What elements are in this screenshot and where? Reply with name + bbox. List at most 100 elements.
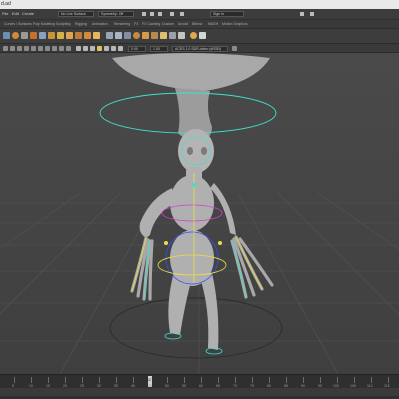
- shelf-tab[interactable]: FX: [134, 22, 138, 26]
- timeline-tick: [31, 377, 32, 383]
- timeline-tick: [252, 377, 253, 383]
- timeline-tick: [184, 377, 185, 383]
- shelf-tab[interactable]: Animation: [92, 22, 108, 26]
- orient-constraint-icon[interactable]: [142, 32, 149, 39]
- camera-icon[interactable]: [3, 46, 8, 51]
- timeline-tick: [65, 377, 66, 383]
- parent-constraint-icon[interactable]: [151, 32, 158, 39]
- settings-icon[interactable]: [3, 32, 10, 39]
- constraint-icon[interactable]: [106, 32, 113, 39]
- timeline-tick: [99, 377, 100, 383]
- image-plane-icon[interactable]: [24, 46, 29, 51]
- isolate-icon[interactable]: [118, 46, 123, 51]
- paint-weights-icon[interactable]: [57, 32, 64, 39]
- ik-icon[interactable]: [39, 32, 46, 39]
- field-chart-icon[interactable]: [59, 46, 64, 51]
- timeline-tick: [201, 377, 202, 383]
- bookmark-icon[interactable]: [17, 46, 22, 51]
- smooth-shade-icon[interactable]: [83, 46, 88, 51]
- point-constraint-icon[interactable]: [133, 32, 140, 39]
- symmetry-field[interactable]: Symmetry: Off: [98, 11, 134, 17]
- timeline-tick: [133, 377, 134, 383]
- color-management-icon[interactable]: [232, 46, 237, 51]
- camera-attributes-icon[interactable]: [10, 46, 15, 51]
- window-title: d.ad: [1, 1, 11, 7]
- shelf-tab[interactable]: Arnold: [178, 22, 188, 26]
- shelf-tab[interactable]: MASH: [208, 22, 218, 26]
- skin-icon[interactable]: [190, 32, 197, 39]
- layout-icon[interactable]: [310, 12, 314, 16]
- curve-icon[interactable]: [115, 32, 122, 39]
- grid-icon[interactable]: [31, 46, 36, 51]
- timeline-tick: [320, 377, 321, 383]
- status-line: File Edit Create No Live Surface Symmetr…: [0, 9, 399, 19]
- textured-icon[interactable]: [90, 46, 95, 51]
- sphere-icon[interactable]: [12, 32, 19, 39]
- aim-constraint-icon[interactable]: [169, 32, 176, 39]
- select-icon[interactable]: [21, 32, 28, 39]
- character-head[interactable]: [178, 129, 214, 173]
- ipr-icon[interactable]: [150, 12, 154, 16]
- shelf-tab[interactable]: Sculpting: [56, 22, 70, 26]
- live-surface-field[interactable]: No Live Surface: [58, 11, 94, 17]
- joint-icon[interactable]: [30, 32, 37, 39]
- timeline-tick: [354, 377, 355, 383]
- ao-icon[interactable]: [111, 46, 116, 51]
- timeline-tick: [218, 377, 219, 383]
- hypershade-icon[interactable]: [170, 12, 174, 16]
- exposure-field[interactable]: 0.00: [128, 46, 146, 52]
- time-slider[interactable]: 5 10 15 20 25 30 35 40 50 55 60 65 70 75…: [0, 374, 399, 399]
- shelf-tab[interactable]: Rendering: [114, 22, 130, 26]
- timeline-tick: [371, 377, 372, 383]
- root-control[interactable]: [109, 297, 283, 359]
- wireframe-icon[interactable]: [76, 46, 81, 51]
- gamma-field[interactable]: 1.00: [150, 46, 168, 52]
- cluster-icon[interactable]: [66, 32, 73, 39]
- scale-constraint-icon[interactable]: [160, 32, 167, 39]
- panel-toolbar: 0.00 1.00 ACES 1.0 SDR-video (sRGB): [0, 43, 399, 53]
- bind-icon[interactable]: [48, 32, 55, 39]
- blendshape-icon[interactable]: [93, 32, 100, 39]
- locator-icon[interactable]: [124, 32, 131, 39]
- shelf-tab[interactable]: Rigging: [75, 22, 87, 26]
- shelf-tab[interactable]: Motion Graphics: [222, 22, 247, 26]
- shelf-tab[interactable]: Custom: [162, 22, 174, 26]
- lights-icon[interactable]: [97, 46, 102, 51]
- timeline-tick: [303, 377, 304, 383]
- menu-create[interactable]: Create: [22, 11, 34, 16]
- shadows-icon[interactable]: [104, 46, 109, 51]
- snap-icon[interactable]: [180, 12, 184, 16]
- timeline-tick: [235, 377, 236, 383]
- render-settings-icon[interactable]: [158, 12, 162, 16]
- title-bar: d.ad: [0, 0, 399, 9]
- sign-in-field[interactable]: Sign In: [210, 11, 244, 17]
- wrap-icon[interactable]: [84, 32, 91, 39]
- gate-mask-icon[interactable]: [52, 46, 57, 51]
- timeline-tick: [286, 377, 287, 383]
- color-space-dropdown[interactable]: ACES 1.0 SDR-video (sRGB): [172, 46, 228, 52]
- range-slider[interactable]: [0, 388, 399, 396]
- shelf-tab[interactable]: Curves / Surfaces: [4, 22, 32, 26]
- lattice-icon[interactable]: [75, 32, 82, 39]
- timeline-tick: [82, 377, 83, 383]
- shelf-tab[interactable]: Poly Modeling: [33, 22, 55, 26]
- menu-edit[interactable]: Edit: [12, 11, 19, 16]
- character-body[interactable]: [139, 167, 236, 350]
- render-icon[interactable]: [142, 12, 146, 16]
- safe-action-icon[interactable]: [66, 46, 71, 51]
- shelf-tab[interactable]: FX Caching: [142, 22, 160, 26]
- hik-icon[interactable]: [199, 32, 206, 39]
- workspace-icon[interactable]: [300, 12, 304, 16]
- timeline-tick: [337, 377, 338, 383]
- film-gate-icon[interactable]: [38, 46, 43, 51]
- timeline-tick: [14, 377, 15, 383]
- right-hand[interactable]: [230, 235, 274, 299]
- resolution-gate-icon[interactable]: [45, 46, 50, 51]
- shelf-tab[interactable]: Bifrost: [192, 22, 202, 26]
- timeline-tick: [388, 377, 389, 383]
- pole-vector-icon[interactable]: [178, 32, 185, 39]
- shelf: [0, 28, 399, 43]
- viewport[interactable]: [0, 53, 399, 374]
- shelf-tabs: Curves / Surfaces Poly Modeling Sculptin…: [0, 19, 399, 28]
- menu-file[interactable]: File: [2, 11, 8, 16]
